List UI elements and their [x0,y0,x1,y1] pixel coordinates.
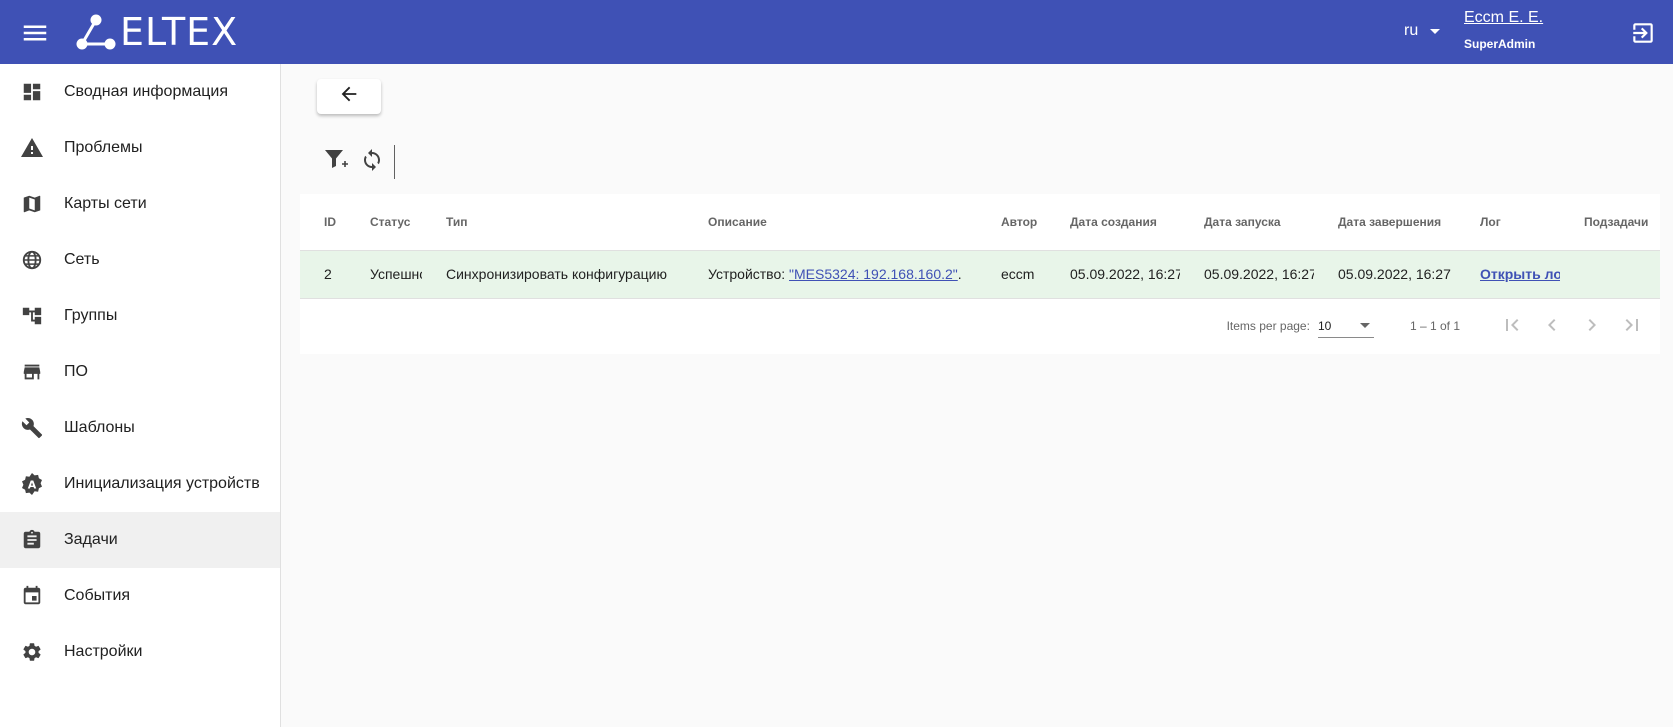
tasks-table-card: ID Статус Тип Описание Автор Дата создан… [300,194,1660,354]
items-per-page-select[interactable]: 10 [1317,314,1374,338]
sidebar-item-label: Задачи [64,531,118,548]
sidebar-item-events[interactable]: События [0,568,280,624]
first-page-button[interactable] [1492,306,1532,346]
assignment-icon [20,528,44,552]
column-header-type[interactable]: Тип [422,194,684,251]
sidebar-item-groups[interactable]: Группы [0,288,280,344]
sidebar-item-label: Сеть [64,251,100,268]
table-toolbar [318,144,395,180]
sidebar-item-device-init[interactable]: A Инициализация устройств [0,456,280,512]
last-page-icon [1620,313,1644,340]
column-header-log: Лог [1456,194,1560,251]
user-role: SuperAdmin [1464,37,1536,51]
caret-down-icon [1430,28,1441,34]
gear-icon [20,640,44,664]
sidebar-item-network-maps[interactable]: Карты сети [0,176,280,232]
warning-icon [20,136,44,160]
tasks-table: ID Статус Тип Описание Автор Дата создан… [300,194,1660,299]
column-header-created[interactable]: Дата создания [1046,194,1180,251]
filter-add-icon [323,147,349,178]
main-content: ID Статус Тип Описание Автор Дата создан… [282,64,1673,727]
svg-text:A: A [28,479,37,492]
chevron-right-icon [1580,313,1604,340]
store-icon [20,360,44,384]
sidebar-item-label: Сводная информация [64,83,228,100]
sidebar: Сводная информация Проблемы Карты сети С… [0,64,281,727]
back-button[interactable] [317,79,381,114]
sidebar-item-label: Настройки [64,643,143,660]
sidebar-item-templates[interactable]: Шаблоны [0,400,280,456]
user-name-link[interactable]: Eccm E. E. [1464,9,1543,27]
sidebar-item-label: Карты сети [64,195,147,212]
sidebar-item-label: События [64,587,131,604]
eltex-logo: ELTEX [76,10,239,54]
filter-add-button[interactable] [318,144,354,180]
sidebar-item-label: Шаблоны [64,419,135,436]
items-per-page-label: Items per page: [1226,319,1310,333]
column-header-finished[interactable]: Дата завершения [1314,194,1456,251]
column-header-description[interactable]: Описание [684,194,977,251]
sidebar-item-tasks[interactable]: Задачи [0,512,280,568]
next-page-button[interactable] [1572,306,1612,346]
table-row[interactable]: 2 Успешно Синхронизировать конфигурацию … [300,250,1660,299]
sidebar-item-problems[interactable]: Проблемы [0,120,280,176]
toolbar-divider [394,145,395,179]
column-header-subtasks: Подзадачи [1560,194,1660,251]
previous-page-button[interactable] [1532,306,1572,346]
sidebar-item-label: Инициализация устройств [64,475,260,492]
paginator: Items per page: 10 1 – 1 of 1 [300,298,1660,354]
logo-text: ELTEX [120,10,239,54]
column-header-author[interactable]: Автор [977,194,1046,251]
cell-description: Устройство: "MES5324: 192.168.160.2". [684,250,977,299]
cell-created: 05.09.2022, 16:27 [1046,250,1180,299]
menu-icon[interactable] [20,18,50,48]
logo-mark-icon [76,14,116,50]
sidebar-item-label: Проблемы [64,139,143,156]
range-label: 1 – 1 of 1 [1409,319,1460,333]
sidebar-item-label: Группы [64,307,118,324]
globe-icon [20,248,44,272]
table-header-row: ID Статус Тип Описание Автор Дата создан… [300,194,1660,251]
cell-finished: 05.09.2022, 16:27 [1314,250,1456,299]
description-prefix: Устройство: [708,266,790,282]
cell-subtasks [1560,250,1660,299]
last-page-button[interactable] [1612,306,1652,346]
column-header-id[interactable]: ID [300,194,346,251]
cell-status: Успешно [346,250,422,299]
cell-started: 05.09.2022, 16:27 [1180,250,1314,299]
refresh-icon [360,148,384,177]
wrench-icon [20,416,44,440]
cell-log: Открыть лог [1456,250,1560,299]
language-value: ru [1404,22,1419,39]
sidebar-item-summary[interactable]: Сводная информация [0,64,280,120]
sidebar-item-settings[interactable]: Настройки [0,624,280,680]
calendar-icon [20,584,44,608]
device-link[interactable]: "MES5324: 192.168.160.2" [789,266,958,282]
first-page-icon [1500,313,1524,340]
open-log-link[interactable]: Открыть лог [1480,266,1560,282]
column-header-started[interactable]: Дата запуска [1180,194,1314,251]
chevron-left-icon [1540,313,1564,340]
dashboard-icon [20,80,44,104]
description-suffix: . [957,266,962,282]
logout-icon[interactable] [1630,20,1656,46]
sidebar-item-label: ПО [64,363,88,380]
items-per-page-value: 10 [1317,318,1332,333]
top-app-bar: ELTEX ru Eccm E. E. SuperAdmin [0,0,1673,64]
sidebar-item-network[interactable]: Сеть [0,232,280,288]
arrow-left-icon [338,83,360,110]
cell-type: Синхронизировать конфигурацию [422,250,684,299]
cell-id: 2 [300,250,346,299]
auto-badge-icon: A [20,472,44,496]
account-tree-icon [20,304,44,328]
refresh-button[interactable] [354,144,390,180]
sidebar-item-software[interactable]: ПО [0,344,280,400]
language-select[interactable]: ru [1404,22,1441,40]
cell-author: eccm [977,250,1046,299]
caret-down-icon [1359,323,1370,328]
map-icon [20,192,44,216]
column-header-status[interactable]: Статус [346,194,422,251]
